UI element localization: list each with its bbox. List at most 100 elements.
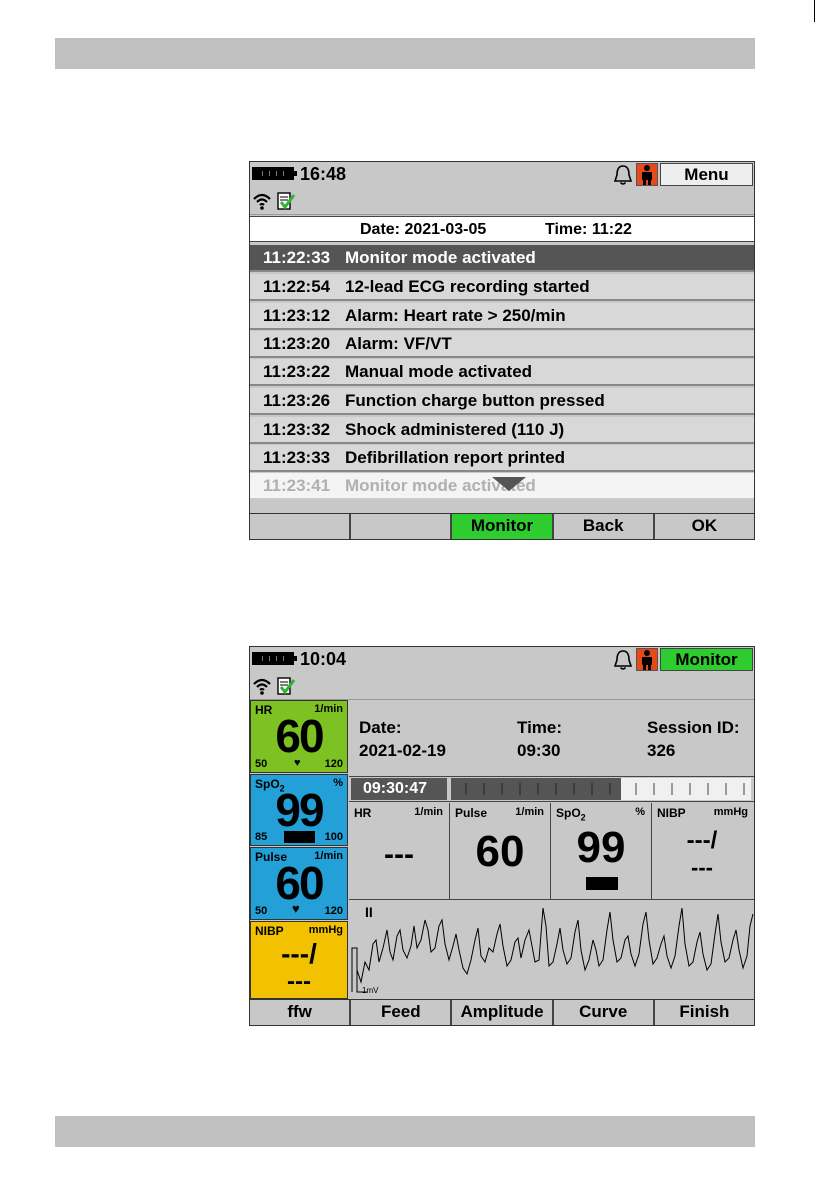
event-time: 11:22:33 [263, 248, 331, 267]
session-info: Date: 2021-02-19 Time: 09:30 Session ID:… [349, 700, 754, 777]
battery-icon [252, 167, 297, 180]
monitor-mode-button[interactable]: Monitor [660, 648, 753, 671]
session-id-value: 326 [647, 741, 676, 760]
hr-value: 60 [275, 710, 324, 762]
feed-button[interactable]: Feed [351, 1000, 453, 1025]
event-row[interactable]: 11:22:54 12-lead ECG recording started [250, 274, 754, 301]
event-text: Alarm: Heart rate > 250/min [345, 306, 566, 325]
event-row[interactable]: 11:23:12 Alarm: Heart rate > 250/min [250, 303, 754, 330]
status-bar: 16:48 Menu [250, 162, 754, 187]
event-time: 11:23:20 [263, 334, 331, 353]
event-time: 11:23:26 [263, 391, 331, 410]
spo2-low-limit: 85 [255, 831, 268, 843]
crop-mark [814, 0, 815, 22]
protocol-screen: 16:48 Menu Date: 2021-03-05 Time: 11:22 … [249, 161, 755, 540]
spo2-tile[interactable]: SpO2 % 99 85 100 [250, 774, 348, 846]
ffw-button[interactable]: ffw [250, 1000, 352, 1025]
param-nibp-systolic: ---/ [686, 827, 718, 854]
event-row[interactable]: 11:23:20 Alarm: VF/VT [250, 331, 754, 358]
event-time: 11:23:41 [263, 476, 331, 495]
event-time: 11:23:22 [263, 362, 331, 381]
event-time: 11:23:12 [263, 306, 331, 325]
amplitude-button[interactable]: Amplitude [452, 1000, 554, 1025]
event-row[interactable]: 11:23:33 Defibrillation report printed [250, 445, 754, 472]
finish-button[interactable]: Finish [654, 1000, 754, 1025]
menu-button[interactable]: Menu [660, 163, 753, 186]
param-nibp[interactable]: NIBP mmHg ---/ --- [652, 803, 754, 900]
date-label: Date: [359, 718, 402, 737]
bell-icon[interactable] [612, 164, 634, 186]
status-bar: 10:04 Monitor [250, 647, 754, 672]
hr-tile[interactable]: HR 1/min 60 50 ♥ 120 [250, 700, 348, 773]
event-text: 12-lead ECG recording started [345, 277, 590, 296]
curve-button[interactable]: Curve [553, 1000, 655, 1025]
clock: 16:48 [300, 164, 347, 184]
timeline: 09:30:47 [349, 777, 754, 802]
signal-bar-icon [284, 831, 315, 843]
ecg-waveform [351, 907, 754, 993]
nibp-unit: mmHg [308, 924, 343, 936]
event-text: Monitor mode activated [345, 248, 536, 267]
param-spo2[interactable]: SpO2 % 99 [551, 803, 652, 900]
event-time: 11:23:33 [263, 448, 331, 467]
time-label: Time: [517, 718, 563, 737]
event-row[interactable]: 11:22:33 Monitor mode activated [250, 245, 754, 272]
param-hr-value: --- [384, 838, 414, 871]
spo2-high-limit: 100 [324, 831, 343, 843]
page-footer-bar [55, 1116, 755, 1147]
param-hr[interactable]: HR 1/min --- [349, 803, 450, 900]
param-spo2-unit: % [635, 806, 645, 818]
bell-icon[interactable] [612, 649, 634, 671]
event-text: Function charge button pressed [345, 391, 605, 410]
page-header-bar [55, 38, 755, 69]
heart-icon: ♥ [292, 901, 300, 916]
timeline-time: 09:30:47 [351, 778, 447, 800]
event-text: Shock administered (110 J) [345, 420, 565, 439]
event-time: 11:22:54 [263, 277, 331, 296]
param-hr-label: HR [354, 806, 372, 820]
wifi-icon [253, 678, 271, 695]
param-pulse[interactable]: Pulse 1/min 60 [450, 803, 551, 900]
param-nibp-diastolic: --- [691, 855, 713, 880]
event-text: Defibrillation report printed [345, 448, 566, 467]
ok-button[interactable]: OK [654, 514, 754, 539]
nibp-tile[interactable]: NIBP mmHg ---/ --- [250, 921, 348, 999]
pulse-high-limit: 120 [324, 905, 343, 917]
param-spo2-label: SpO2 [556, 806, 586, 823]
param-pulse-value: 60 [475, 827, 525, 876]
heart-icon: ♥ [294, 757, 301, 769]
patient-icon[interactable] [636, 648, 658, 671]
patient-icon[interactable] [636, 163, 658, 186]
signal-bar-icon [586, 877, 618, 890]
wifi-icon [253, 193, 271, 210]
softkey-2[interactable] [351, 514, 453, 539]
monitor-screen: 10:04 Monitor HR 1/min 60 50 ♥ 120 SpO2 … [249, 646, 755, 1026]
clock: 10:04 [300, 649, 347, 669]
spo2-value: 99 [275, 784, 324, 836]
event-time: 11:23:32 [263, 420, 331, 439]
event-row[interactable]: 11:23:26 Function charge button pressed [250, 388, 754, 415]
param-pulse-unit: 1/min [515, 806, 544, 818]
monitor-button[interactable]: Monitor [452, 514, 554, 539]
nibp-label: NIBP [255, 924, 284, 938]
back-button[interactable]: Back [553, 514, 655, 539]
ecg-curve[interactable]: II 1mV [349, 900, 754, 1000]
timeline-track[interactable] [451, 778, 751, 800]
scroll-down-icon[interactable] [492, 477, 526, 491]
event-row[interactable]: 11:23:32 Shock administered (110 J) [250, 417, 754, 444]
pulse-tile[interactable]: Pulse 1/min 60 50 ♥ 120 [250, 847, 348, 920]
hr-low-limit: 50 [255, 758, 268, 770]
protocol-time: Time: 11:22 [545, 221, 632, 238]
status-icons-row [250, 673, 754, 700]
softkey-bar: Monitor Back OK [250, 513, 754, 539]
param-spo2-value: 99 [576, 823, 626, 872]
softkey-bar: ffw Feed Amplitude Curve Finish [250, 999, 754, 1025]
battery-icon [252, 652, 297, 665]
pulse-low-limit: 50 [255, 905, 268, 917]
protocol-date-header: Date: 2021-03-05 Time: 11:22 [250, 216, 754, 242]
param-hr-unit: 1/min [414, 806, 443, 818]
event-row[interactable]: 11:23:22 Manual mode activated [250, 359, 754, 386]
softkey-1[interactable] [250, 514, 352, 539]
ecg-scale-label: 1mV [362, 986, 379, 995]
event-text: Manual mode activated [345, 362, 533, 381]
